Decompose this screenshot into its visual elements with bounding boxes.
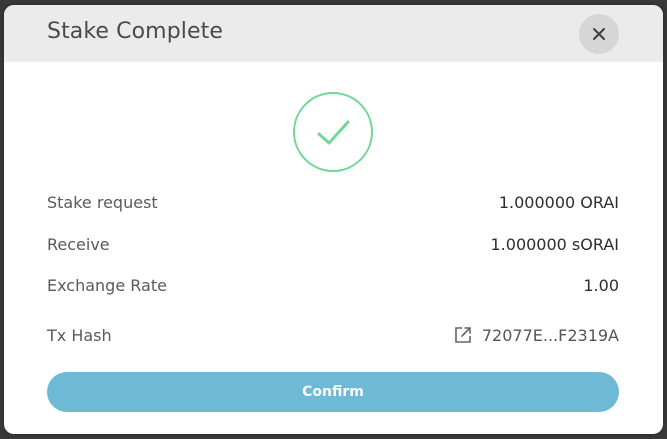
- modal-header: Stake Complete: [4, 5, 663, 62]
- tx-hash-value: 72077E...F2319A: [481, 325, 619, 345]
- modal-title: Stake Complete: [47, 19, 223, 44]
- confirm-button[interactable]: Confirm: [47, 372, 619, 412]
- tx-hash-row: Tx Hash 72077E...F2319A: [47, 323, 619, 347]
- exchange-rate-row: Exchange Rate 1.00: [47, 273, 619, 297]
- close-button[interactable]: [579, 14, 619, 54]
- close-icon: [593, 28, 605, 40]
- success-status: [293, 92, 373, 172]
- stake-complete-modal: Stake Complete Stake request 1.000000 OR…: [4, 5, 663, 434]
- stake-request-row: Stake request 1.000000 ORAI: [47, 190, 619, 214]
- receive-label: Receive: [47, 234, 110, 254]
- stake-request-value: 1.000000 ORAI: [498, 192, 619, 212]
- stake-request-label: Stake request: [47, 192, 158, 212]
- checkmark-icon: [317, 120, 350, 145]
- exchange-rate-value: 1.00: [583, 275, 619, 295]
- receive-row: Receive 1.000000 sORAI: [47, 232, 619, 256]
- external-link-icon: [455, 327, 471, 343]
- exchange-rate-label: Exchange Rate: [47, 275, 167, 295]
- tx-hash-link[interactable]: 72077E...F2319A: [454, 326, 619, 345]
- receive-value: 1.000000 sORAI: [490, 234, 620, 254]
- tx-hash-label: Tx Hash: [47, 325, 112, 345]
